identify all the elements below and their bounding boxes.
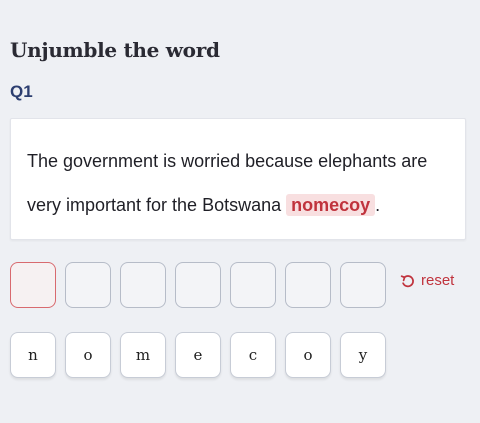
letter-tile[interactable]: y [340,332,386,378]
answer-slot[interactable] [285,262,331,308]
answer-slot[interactable] [10,262,56,308]
reset-button[interactable]: reset [400,272,454,289]
letter-tile[interactable]: m [120,332,166,378]
letter-tile[interactable]: n [10,332,56,378]
question-card: The government is worried because elepha… [10,118,466,240]
letter-tile[interactable]: c [230,332,276,378]
answer-slot[interactable] [120,262,166,308]
letter-tile[interactable]: o [285,332,331,378]
letter-tile[interactable]: o [65,332,111,378]
sentence-end: . [375,195,381,215]
undo-icon [400,274,414,287]
question-number: Q1 [10,82,33,101]
letter-tile[interactable]: e [175,332,221,378]
answer-slot[interactable] [230,262,276,308]
answer-slot[interactable] [65,262,111,308]
answer-slot[interactable] [340,262,386,308]
question-sentence: The government is worried because elepha… [27,139,451,227]
reset-label: reset [421,272,455,289]
answer-slot[interactable] [175,262,221,308]
scrambled-word: nomecoy [286,194,376,216]
page-title: Unjumble the word [10,38,220,62]
